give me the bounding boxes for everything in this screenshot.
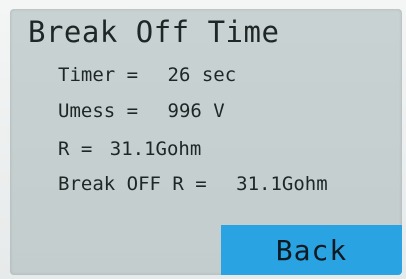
break-off-r-label: Break OFF R = — [58, 173, 207, 195]
umess-value: 996 V — [167, 100, 225, 122]
umess-label: Umess = — [58, 100, 139, 122]
lcd-screen: Break Off Time Timer = 26 sec Umess = 99… — [10, 9, 402, 275]
timer-value: 26 sec — [167, 64, 237, 86]
break-off-r-row: Break OFF R = 31.1Gohm — [58, 173, 328, 195]
break-off-r-value: 31.1Gohm — [236, 173, 328, 195]
timer-label: Timer = — [58, 64, 139, 86]
resistance-label: R = — [58, 138, 93, 160]
timer-row: Timer = 26 sec — [58, 64, 236, 86]
umess-row: Umess = 996 V — [58, 100, 225, 122]
page-title: Break Off Time — [28, 15, 280, 49]
resistance-row: R = 31.1Gohm — [58, 138, 201, 160]
device-bezel: Break Off Time Timer = 26 sec Umess = 99… — [0, 0, 406, 279]
back-button[interactable]: Back — [221, 225, 402, 275]
resistance-value: 31.1Gohm — [109, 138, 202, 160]
